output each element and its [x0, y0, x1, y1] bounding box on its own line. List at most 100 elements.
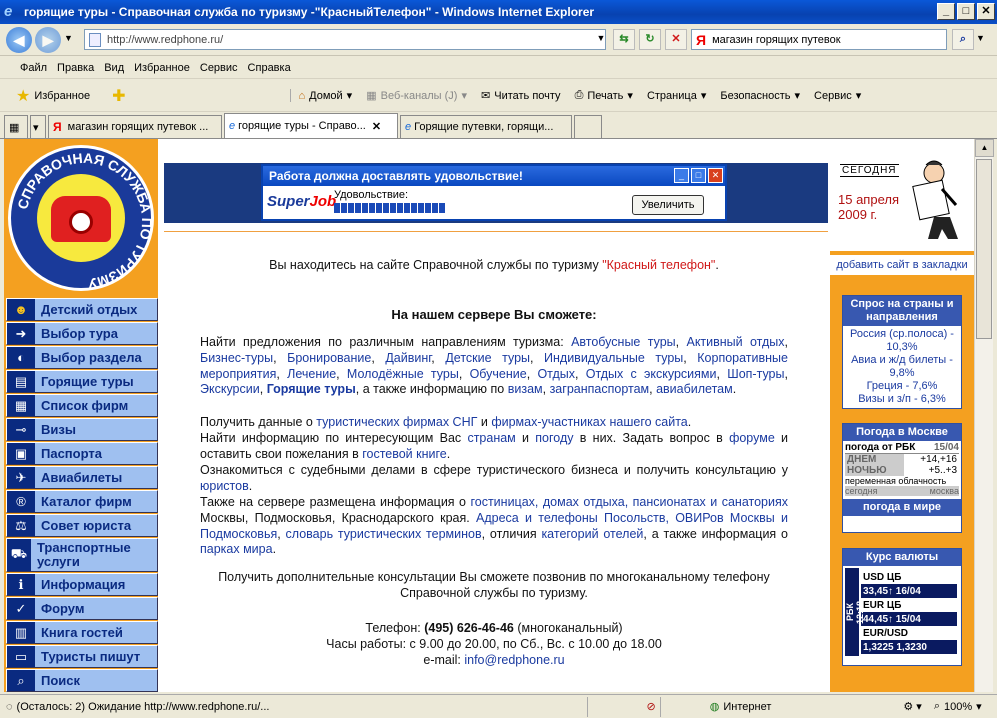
link-business-tours[interactable]: Бизнес-туры: [200, 351, 273, 365]
safety-menu-button[interactable]: Безопасность ▾: [720, 89, 800, 103]
increase-button[interactable]: Увеличить: [632, 195, 704, 215]
menu-file[interactable]: Файл: [20, 62, 47, 74]
nav-item-lawyer[interactable]: ⚖ Совет юриста: [6, 514, 158, 537]
link-diving[interactable]: Дайвинг: [385, 351, 431, 365]
search-options-icon[interactable]: ▼: [976, 33, 985, 43]
currency-widget[interactable]: РБК 12:18 USD ЦБ 33,45↑ 16/04 EUR ЦБ 44,4…: [845, 568, 959, 656]
compat-view-icon[interactable]: ⇆: [613, 29, 635, 50]
nav-item-transport[interactable]: ⛟ Транспортные услуги: [6, 538, 158, 572]
address-bar[interactable]: http://www.redphone.ru/: [84, 29, 606, 50]
red-phone-link[interactable]: "Красный телефон": [602, 258, 715, 272]
demand-item[interactable]: Греция - 7,6%: [845, 380, 959, 393]
link-dictionary[interactable]: словарь туристических терминов: [286, 527, 482, 541]
home-button[interactable]: ⌂ Домой ▾: [289, 89, 352, 102]
zoom-dropdown-icon[interactable]: ▾: [976, 700, 982, 713]
scroll-thumb[interactable]: [976, 159, 992, 339]
tab-3[interactable]: e Горящие путевки, горящи...: [400, 115, 572, 138]
link-booking[interactable]: Бронирование: [287, 351, 371, 365]
link-forum[interactable]: форуме: [729, 431, 775, 445]
stop-icon[interactable]: ✕: [665, 29, 687, 50]
nav-item-info[interactable]: ℹ Информация: [6, 573, 158, 596]
weather-widget[interactable]: погода от РБК 15/04 ДНЕМ +14,+16 НОЧЬЮ +5..…: [843, 441, 961, 497]
zoom-level[interactable]: 100%: [944, 701, 972, 713]
link-visas[interactable]: визам: [508, 382, 543, 396]
feeds-button[interactable]: ▦ Веб-каналы (J) ▾: [366, 89, 467, 103]
nav-item-forum[interactable]: ✓ Форум: [6, 597, 158, 620]
email-link[interactable]: info@redphone.ru: [464, 653, 564, 667]
print-button[interactable]: ⎙ Печать ▾: [575, 89, 633, 102]
menu-help[interactable]: Справка: [248, 62, 291, 74]
nav-item-kids[interactable]: ☻ Детский отдых: [6, 298, 158, 321]
address-dropdown-icon[interactable]: ▼: [590, 29, 612, 50]
history-dropdown-icon[interactable]: ▼: [64, 33, 73, 43]
minimize-button[interactable]: _: [937, 3, 955, 20]
link-member-firms[interactable]: фирмах-участниках нашего сайта: [491, 415, 687, 429]
menu-edit[interactable]: Правка: [57, 62, 94, 74]
link-guestbook[interactable]: гостевой книге: [362, 447, 447, 461]
nav-item-firm-list[interactable]: ▦ Список фирм: [6, 394, 158, 417]
link-education[interactable]: Обучение: [470, 367, 527, 381]
link-shop-tours[interactable]: Шоп-туры: [727, 367, 784, 381]
world-weather-link[interactable]: погода в мире: [843, 499, 961, 516]
menu-view[interactable]: Вид: [104, 62, 124, 74]
nav-item-firm-catalog[interactable]: ® Каталог фирм: [6, 490, 158, 513]
link-air-tickets[interactable]: авиабилетам: [656, 382, 733, 396]
link-hot-tours[interactable]: Горящие туры: [267, 382, 356, 396]
nav-item-tour-choice[interactable]: ➜ Выбор тура: [6, 322, 158, 345]
protected-mode-icon[interactable]: ⚙ ▾: [903, 700, 921, 713]
read-mail-button[interactable]: ✉ Читать почту: [481, 89, 561, 103]
vertical-scrollbar[interactable]: ▲: [974, 139, 994, 692]
tab-list-button[interactable]: ▾: [30, 115, 46, 138]
link-passports[interactable]: загранпаспортам: [550, 382, 650, 396]
menu-tools[interactable]: Сервис: [200, 62, 238, 74]
tools-menu-button[interactable]: Сервис ▾: [814, 89, 861, 103]
nav-item-hot-tours[interactable]: ▤ Горящие туры: [6, 370, 158, 393]
link-hotels[interactable]: гостиницах, домах отдыха, пансионатах и …: [470, 495, 788, 509]
link-lawyers[interactable]: юристов: [200, 479, 249, 493]
demand-item[interactable]: Визы и з/п - 6,3%: [845, 393, 959, 406]
search-button[interactable]: ⌕: [952, 29, 974, 50]
link-bus-tours[interactable]: Автобусные туры: [571, 335, 676, 349]
link-cis-firms[interactable]: туристических фирмах СНГ: [316, 415, 477, 429]
add-bookmark-link[interactable]: добавить сайт в закладки: [830, 255, 974, 275]
tab-1[interactable]: Ямагазин горящих путевок ...: [48, 115, 222, 138]
link-kids-tours[interactable]: Детские туры: [445, 351, 530, 365]
nav-item-tourists-write[interactable]: ▭ Туристы пишут: [6, 645, 158, 668]
link-rest[interactable]: Отдых: [537, 367, 575, 381]
superjob-banner[interactable]: Работа должна доставлять удовольствие! _…: [261, 164, 727, 221]
search-input[interactable]: Я магазин горящих путевок: [691, 29, 947, 50]
quick-tabs-button[interactable]: ▦: [4, 115, 28, 138]
add-favorite-button[interactable]: ✚: [112, 86, 125, 106]
demand-item[interactable]: Авиа и ж/д билеты - 9,8%: [845, 354, 959, 380]
forward-button[interactable]: ▶: [35, 27, 61, 53]
nav-item-section-choice[interactable]: ◐ Выбор раздела: [6, 346, 158, 369]
link-active-rest[interactable]: Активный отдых: [686, 335, 784, 349]
nav-item-passports[interactable]: ▣ Паспорта: [6, 442, 158, 465]
nav-item-guestbook[interactable]: ▥ Книга гостей: [6, 621, 158, 644]
link-world-parks[interactable]: парках мира: [200, 542, 273, 556]
back-button[interactable]: ◀: [6, 27, 32, 53]
nav-item-visas[interactable]: ⊸ Визы: [6, 418, 158, 441]
site-logo[interactable]: СПРАВОЧНАЯ СЛУЖБА ПО ТУРИЗМУ: [8, 145, 155, 292]
close-tab-icon[interactable]: ✕: [372, 120, 381, 133]
link-individual-tours[interactable]: Индивидуальные туры: [544, 351, 683, 365]
page-menu-button[interactable]: Страница ▾: [647, 89, 706, 103]
demand-item[interactable]: Россия (ср.полоса) - 10,3%: [845, 328, 959, 354]
link-youth-tours[interactable]: Молодёжные туры: [347, 367, 459, 381]
scroll-up-icon[interactable]: ▲: [975, 139, 994, 157]
link-treatment[interactable]: Лечение: [287, 367, 336, 381]
link-countries[interactable]: странам: [467, 431, 515, 445]
link-weather[interactable]: погоду: [535, 431, 573, 445]
favorites-button[interactable]: ★ Избранное: [16, 86, 90, 106]
new-tab-button[interactable]: [574, 115, 602, 138]
link-hotel-categories[interactable]: категорий отелей: [541, 527, 643, 541]
tab-2-active[interactable]: e горящие туры - Справо... ✕: [224, 113, 398, 138]
menu-favorites[interactable]: Избранное: [134, 62, 190, 74]
close-window-button[interactable]: ✕: [977, 3, 995, 20]
refresh-icon[interactable]: ↻: [639, 29, 661, 50]
nav-item-air-tickets[interactable]: ✈ Авиабилеты: [6, 466, 158, 489]
link-rest-excursions[interactable]: Отдых с экскурсиями: [586, 367, 717, 381]
nav-item-search[interactable]: ⌕ Поиск: [6, 669, 158, 692]
maximize-button[interactable]: □: [957, 3, 975, 20]
link-excursions[interactable]: Экскурсии: [200, 382, 260, 396]
